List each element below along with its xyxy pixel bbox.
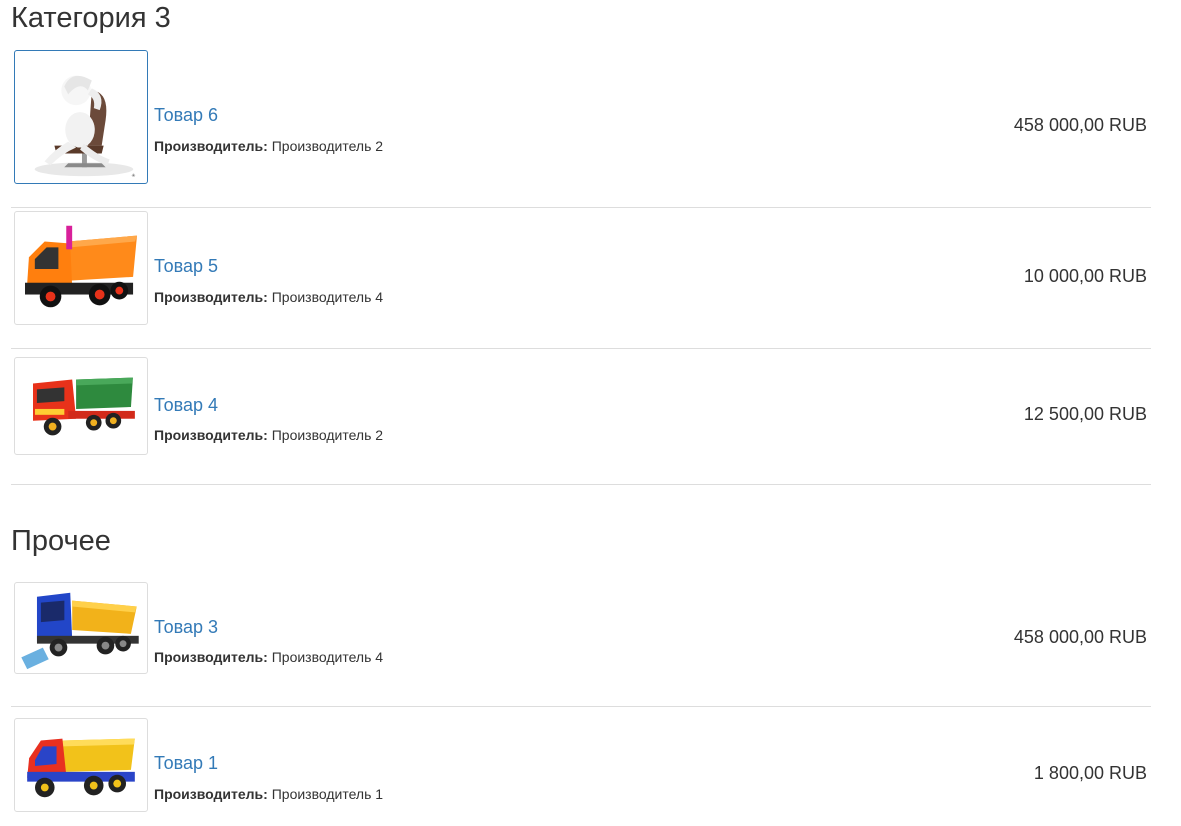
category-title: Категория 3	[11, 2, 171, 34]
price: 458 000,00 RUB	[1013, 115, 1147, 135]
manufacturer-info: Производитель: Производитель 4	[154, 289, 383, 305]
manufacturer-value: Производитель 4	[271, 649, 384, 665]
price: 1 800,00 RUB	[1033, 763, 1147, 783]
product-thumbnail[interactable]	[14, 718, 148, 812]
product-link[interactable]: Товар 4	[154, 395, 218, 416]
list-item: Товар 5 Производитель: Производитель 4 1…	[11, 211, 1151, 349]
list-item: Товар 4 Производитель: Производитель 2 1…	[11, 357, 1151, 485]
manufacturer-info: Производитель: Производитель 2	[154, 427, 383, 443]
figure-in-chair-icon: ✳	[34, 75, 135, 179]
manufacturer-info: Производитель: Производитель 2	[154, 138, 383, 154]
category-title: Прочее	[11, 525, 111, 557]
manufacturer-value: Производитель 1	[271, 786, 384, 802]
product-thumbnail[interactable]	[14, 211, 148, 325]
manufacturer-label: Производитель:	[154, 289, 268, 305]
product-link[interactable]: Товар 5	[154, 256, 218, 277]
orange-dump-truck-icon	[25, 225, 137, 308]
manufacturer-value: Производитель 2	[271, 138, 384, 154]
price: 458 000,00 RUB	[1013, 627, 1147, 647]
svg-text:✳: ✳	[131, 173, 135, 179]
red-yellow-truck-icon	[27, 738, 135, 798]
manufacturer-value: Производитель 2	[271, 427, 384, 443]
manufacturer-label: Производитель:	[154, 427, 268, 443]
manufacturer-label: Производитель:	[154, 649, 268, 665]
manufacturer-label: Производитель:	[154, 138, 268, 154]
list-item: Товар 1 Производитель: Производитель 1 1…	[11, 718, 1151, 818]
price: 10 000,00 RUB	[1023, 266, 1147, 286]
manufacturer-value: Производитель 4	[271, 289, 384, 305]
product-thumbnail[interactable]: ✳	[14, 50, 148, 184]
manufacturer-info: Производитель: Производитель 1	[154, 786, 383, 802]
manufacturer-label: Производитель:	[154, 786, 268, 802]
red-green-truck-icon	[33, 377, 135, 436]
list-item: ✳ Товар 6 Производитель: Производитель 2…	[11, 50, 1151, 208]
price: 12 500,00 RUB	[1023, 404, 1147, 424]
blue-yellow-truck-icon	[21, 592, 139, 670]
product-link[interactable]: Товар 1	[154, 753, 218, 774]
product-thumbnail[interactable]	[14, 582, 148, 674]
list-item: Товар 3 Производитель: Производитель 4 4…	[11, 582, 1151, 707]
product-thumbnail[interactable]	[14, 357, 148, 455]
product-link[interactable]: Товар 6	[154, 105, 218, 126]
product-link[interactable]: Товар 3	[154, 617, 218, 638]
manufacturer-info: Производитель: Производитель 4	[154, 649, 383, 665]
